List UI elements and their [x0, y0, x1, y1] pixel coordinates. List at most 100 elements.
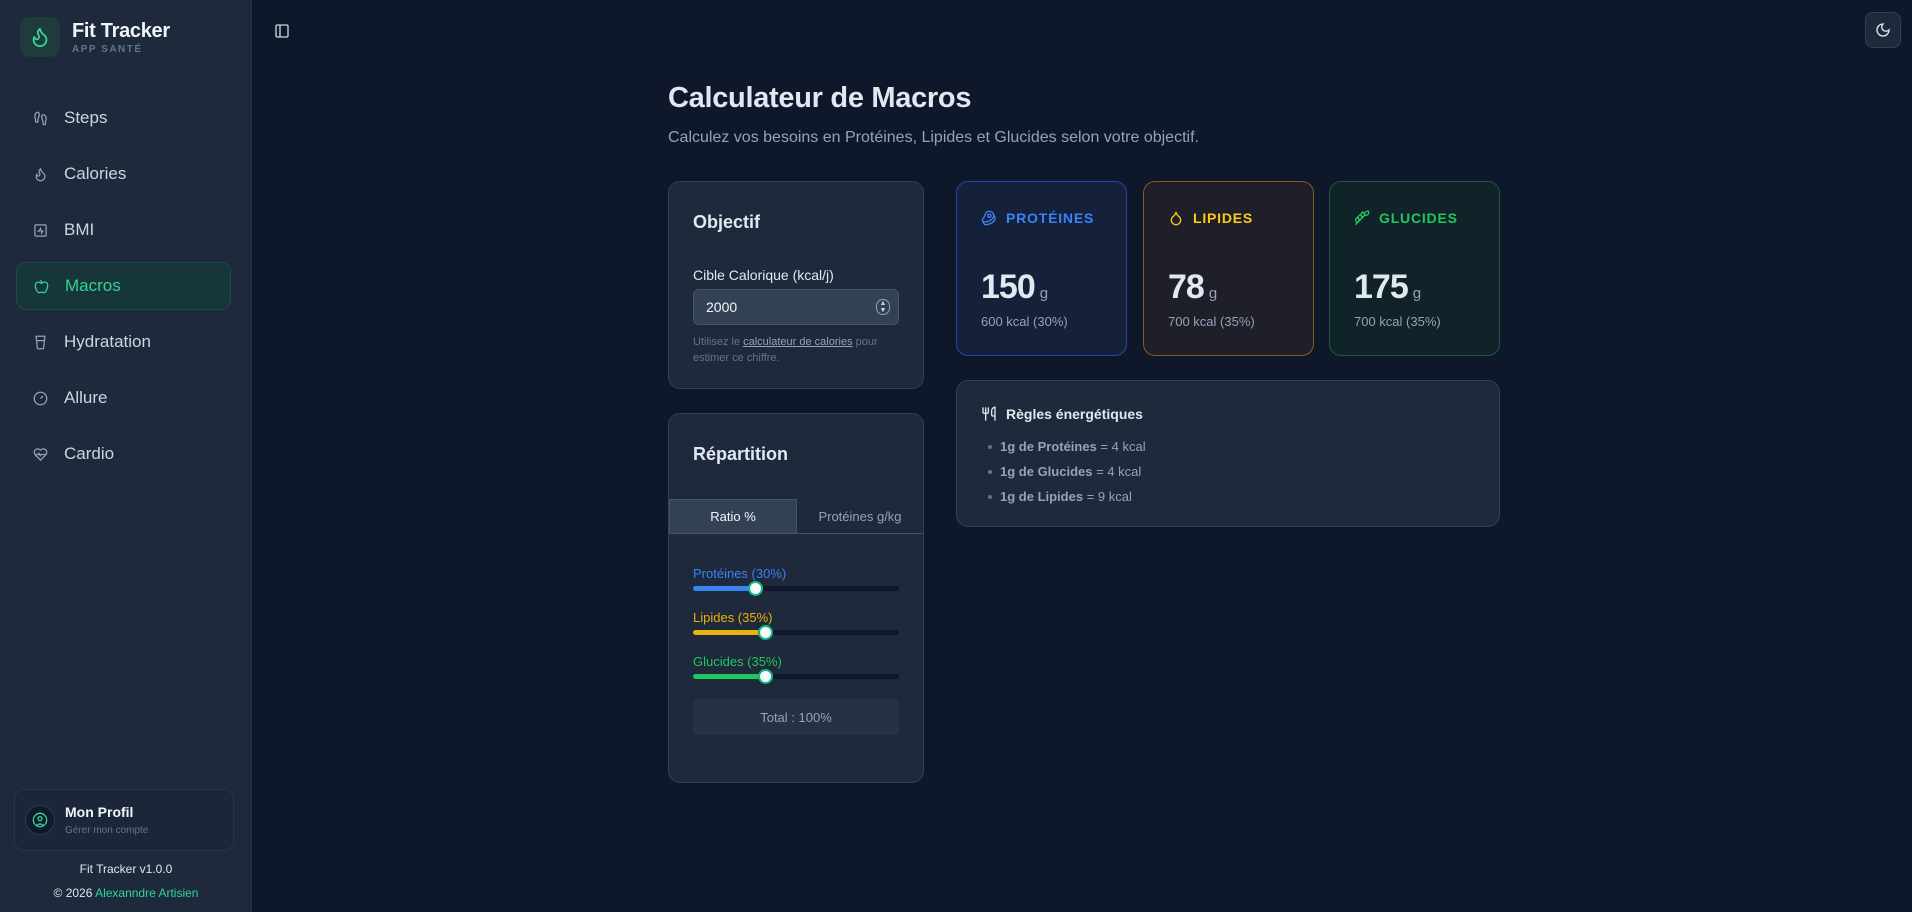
lipid-slider-thumb[interactable]: [758, 625, 774, 640]
tab-proteines-gkg[interactable]: Protéines g/kg: [797, 499, 923, 533]
total-badge: Total : 100%: [693, 699, 899, 735]
sidebar-item-allure[interactable]: Allure: [16, 374, 231, 422]
sidebar-item-label: Hydratation: [64, 332, 151, 351]
protein-slider-label: Protéines (30%): [693, 566, 787, 581]
sidebar-item-label: Steps: [64, 108, 108, 127]
flame-icon: [32, 166, 48, 182]
heart-pulse-icon: [32, 446, 48, 462]
profile-name: Mon Profil: [65, 804, 134, 820]
lipid-kcal: 700 kcal (35%): [1168, 314, 1255, 329]
apple-icon: [33, 278, 49, 294]
carb-header: GLUCIDES: [1354, 210, 1458, 226]
rule-value: = 9 kcal: [1083, 489, 1132, 504]
activity-icon: [32, 222, 48, 238]
calorie-target-label: Cible Calorique (kcal/j): [693, 267, 834, 283]
protein-kcal: 600 kcal (30%): [981, 314, 1068, 329]
calorie-target-value: 2000: [706, 299, 738, 315]
carb-slider-fill: [693, 674, 766, 679]
page-title: Calculateur de Macros: [668, 82, 972, 114]
list-item: 1g de Protéines = 4 kcal: [988, 434, 1146, 459]
rule-value: = 4 kcal: [1092, 464, 1142, 479]
carb-slider-thumb[interactable]: [758, 669, 774, 684]
wheat-icon: [1354, 210, 1370, 226]
theme-toggle-button[interactable]: [1865, 12, 1901, 48]
lipid-slider-block: Lipides (35%): [693, 610, 899, 640]
carb-slider[interactable]: [693, 669, 899, 684]
rule-value: = 4 kcal: [1096, 439, 1146, 454]
sidebar-item-bmi[interactable]: BMI: [16, 206, 231, 254]
carb-card: GLUCIDES 175 g 700 kcal (35%): [1329, 181, 1500, 356]
energy-rules-card: Règles énergétiques 1g de Protéines = 4 …: [956, 380, 1500, 527]
energy-rules-title: Règles énergétiques: [1006, 406, 1143, 422]
calorie-calculator-link[interactable]: calculateur de calories: [743, 336, 852, 348]
sidebar-item-hydratation[interactable]: Hydratation: [16, 318, 231, 366]
sidebar-item-label: Macros: [65, 276, 121, 295]
lipid-grams: 78: [1168, 268, 1205, 306]
user-circle-icon: [25, 805, 55, 835]
protein-slider-thumb[interactable]: [747, 581, 763, 596]
utensils-icon: [982, 406, 996, 421]
number-stepper-icon[interactable]: ▲ ▼: [876, 299, 890, 315]
droplet-icon: [1170, 211, 1182, 226]
copyright-year: © 2026: [53, 886, 93, 900]
carb-value-row: 175 g: [1354, 268, 1421, 307]
protein-slider-fill: [693, 586, 755, 591]
brand[interactable]: Fit Tracker APP SANTÉ: [20, 17, 170, 57]
panel-left-icon: [275, 24, 289, 38]
protein-slider-block: Protéines (30%): [693, 566, 899, 596]
sidebar-item-macros[interactable]: Macros: [16, 262, 231, 310]
app-version: Fit Tracker v1.0.0: [79, 862, 173, 876]
protein-grams: 150: [981, 268, 1036, 306]
repartition-title: Répartition: [693, 444, 789, 464]
sidebar: Fit Tracker APP SANTÉ Steps Calories BMI…: [0, 0, 252, 912]
lipid-slider-label: Lipides (35%): [693, 610, 773, 625]
calorie-target-input[interactable]: 2000 ▲ ▼: [693, 289, 899, 325]
lipid-header: LIPIDES: [1168, 210, 1253, 226]
lipid-value-row: 78 g: [1168, 268, 1217, 307]
carb-kcal: 700 kcal (35%): [1354, 314, 1441, 329]
rule-term: 1g de Protéines: [1000, 439, 1097, 454]
sidebar-item-label: Calories: [64, 164, 127, 183]
list-item: 1g de Lipides = 9 kcal: [988, 484, 1146, 509]
sidebar-nav: Steps Calories BMI Macros Hydratation Al…: [16, 94, 231, 486]
carb-unit: g: [1412, 285, 1422, 302]
page-subtitle: Calculez vos besoins en Protéines, Lipid…: [668, 129, 1199, 146]
lipid-unit: g: [1208, 285, 1218, 302]
carb-name: GLUCIDES: [1379, 210, 1458, 226]
profile-card[interactable]: Mon Profil Gérer mon compte: [14, 789, 234, 851]
sidebar-item-cardio[interactable]: Cardio: [16, 430, 231, 478]
energy-rules-list: 1g de Protéines = 4 kcal 1g de Glucides …: [988, 434, 1146, 509]
protein-slider[interactable]: [693, 581, 899, 596]
profile-subtitle: Gérer mon compte: [65, 825, 149, 836]
objectif-card: Objectif Cible Calorique (kcal/j) 2000 ▲…: [668, 181, 924, 389]
lipid-card: LIPIDES 78 g 700 kcal (35%): [1143, 181, 1314, 356]
hint-prefix: Utilisez le: [693, 336, 744, 348]
protein-card: PROTÉINES 150 g 600 kcal (30%): [956, 181, 1127, 356]
moon-icon: [1876, 23, 1890, 37]
protein-name: PROTÉINES: [1006, 210, 1095, 226]
list-item: 1g de Glucides = 4 kcal: [988, 459, 1146, 484]
tab-ratio[interactable]: Ratio %: [669, 499, 797, 533]
flame-logo-icon: [20, 17, 60, 57]
objectif-title: Objectif: [693, 212, 761, 232]
protein-header: PROTÉINES: [981, 210, 1094, 226]
author-link[interactable]: Alexanndre Artisien: [95, 886, 198, 900]
lipid-slider-fill: [693, 630, 766, 635]
sidebar-item-steps[interactable]: Steps: [16, 94, 231, 142]
rule-term: 1g de Glucides: [1000, 464, 1093, 479]
protein-value-row: 150 g: [981, 268, 1048, 307]
carb-slider-block: Glucides (35%): [693, 654, 899, 684]
energy-rules-header: Règles énergétiques: [981, 406, 1143, 422]
protein-unit: g: [1039, 285, 1049, 302]
lipid-name: LIPIDES: [1193, 210, 1254, 226]
calorie-hint: Utilisez le calculateur de calories pour…: [693, 334, 903, 366]
rule-term: 1g de Lipides: [1000, 489, 1084, 504]
repartition-tabs: Ratio % Protéines g/kg: [669, 499, 923, 534]
lipid-slider[interactable]: [693, 625, 899, 640]
gauge-icon: [32, 390, 48, 406]
beef-icon: [981, 210, 996, 226]
sidebar-toggle-button[interactable]: [272, 20, 292, 42]
sidebar-item-label: BMI: [64, 220, 95, 239]
sidebar-item-calories[interactable]: Calories: [16, 150, 231, 198]
footsteps-icon: [32, 110, 48, 126]
